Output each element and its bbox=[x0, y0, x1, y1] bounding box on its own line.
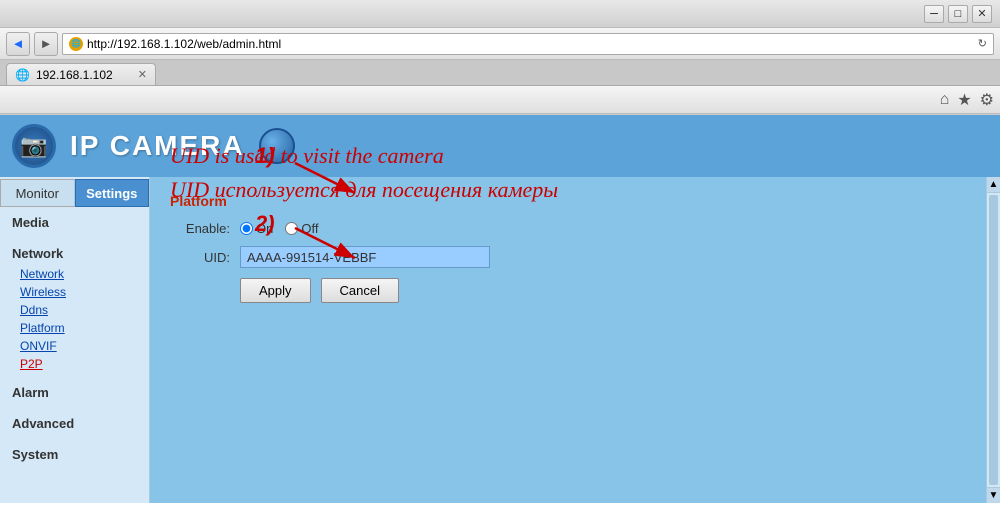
browser-tab[interactable]: 🌐 192.168.1.102 ✕ bbox=[6, 63, 156, 85]
uid-input[interactable] bbox=[240, 246, 490, 268]
close-button[interactable]: ✕ bbox=[972, 5, 992, 23]
navigation-bar: ◄ ► 🌐 ↻ bbox=[0, 28, 1000, 60]
sidebar-item-network[interactable]: Network bbox=[0, 265, 149, 283]
home-icon[interactable]: ⌂ bbox=[940, 91, 950, 109]
window-controls[interactable]: ─ □ ✕ bbox=[924, 5, 992, 23]
radio-off-text: Off bbox=[301, 221, 318, 236]
minimize-button[interactable]: ─ bbox=[924, 5, 944, 23]
radio-on-input[interactable] bbox=[240, 222, 253, 235]
main-content: Platform Enable: On Off UID: bbox=[150, 177, 1000, 503]
scrollbar[interactable]: ▲ ▼ bbox=[986, 177, 1000, 503]
uid-row: UID: bbox=[170, 246, 980, 268]
radio-off-label[interactable]: Off bbox=[285, 221, 318, 236]
tab-bar: 🌐 192.168.1.102 ✕ bbox=[0, 60, 1000, 86]
uid-label: UID: bbox=[170, 250, 230, 265]
info-text-russian: UID используется для посещения камеры bbox=[170, 177, 980, 203]
button-row: Apply Cancel bbox=[240, 278, 980, 303]
radio-off-input[interactable] bbox=[285, 222, 298, 235]
scroll-thumb[interactable] bbox=[989, 195, 998, 485]
radio-on-text: On bbox=[256, 221, 273, 236]
system-section: System bbox=[0, 439, 149, 470]
camera-logo-icon: 📷 bbox=[12, 124, 56, 168]
main-body: Monitor Settings Media Network Network W… bbox=[0, 177, 1000, 503]
alarm-heading[interactable]: Alarm bbox=[0, 381, 149, 404]
platform-section: Platform Enable: On Off UID: bbox=[170, 193, 980, 303]
radio-on-label[interactable]: On bbox=[240, 221, 273, 236]
sidebar-tab-row: Monitor Settings bbox=[0, 179, 149, 207]
address-favicon: 🌐 bbox=[69, 37, 83, 51]
media-section: Media bbox=[0, 207, 149, 238]
alarm-section: Alarm bbox=[0, 377, 149, 408]
advanced-section: Advanced bbox=[0, 408, 149, 439]
tab-label: 192.168.1.102 bbox=[36, 68, 113, 82]
tab-close-button[interactable]: ✕ bbox=[138, 68, 147, 81]
sidebar-item-platform[interactable]: Platform bbox=[0, 319, 149, 337]
sidebar-item-wireless[interactable]: Wireless bbox=[0, 283, 149, 301]
address-bar[interactable]: 🌐 ↻ bbox=[62, 33, 994, 55]
maximize-button[interactable]: □ bbox=[948, 5, 968, 23]
sidebar-item-onvif[interactable]: ONVIF bbox=[0, 337, 149, 355]
advanced-heading[interactable]: Advanced bbox=[0, 412, 149, 435]
enable-radio-group: On Off bbox=[240, 221, 318, 236]
network-heading: Network bbox=[0, 242, 149, 265]
tab-favicon: 🌐 bbox=[15, 68, 30, 82]
system-heading[interactable]: System bbox=[0, 443, 149, 466]
settings-tab[interactable]: Settings bbox=[75, 179, 150, 207]
enable-label: Enable: bbox=[170, 221, 230, 236]
info-text-english: UID is used to visit the camera bbox=[170, 143, 980, 169]
gear-icon[interactable]: ⚙ bbox=[980, 90, 994, 110]
monitor-tab[interactable]: Monitor bbox=[0, 179, 75, 207]
apply-button[interactable]: Apply bbox=[240, 278, 311, 303]
scroll-up-button[interactable]: ▲ bbox=[987, 177, 1000, 193]
media-heading[interactable]: Media bbox=[0, 211, 149, 234]
forward-button[interactable]: ► bbox=[34, 32, 58, 56]
back-button[interactable]: ◄ bbox=[6, 32, 30, 56]
sidebar-item-p2p[interactable]: P2P bbox=[0, 355, 149, 373]
enable-row: Enable: On Off bbox=[170, 221, 980, 236]
scroll-down-button[interactable]: ▼ bbox=[987, 487, 1000, 503]
refresh-button[interactable]: ↻ bbox=[978, 37, 987, 50]
cancel-button[interactable]: Cancel bbox=[321, 278, 399, 303]
address-input[interactable] bbox=[87, 37, 974, 51]
title-bar: ─ □ ✕ bbox=[0, 0, 1000, 28]
toolbar: ⌂ ★ ⚙ bbox=[0, 86, 1000, 114]
sidebar: Monitor Settings Media Network Network W… bbox=[0, 177, 150, 503]
sidebar-item-ddns[interactable]: Ddns bbox=[0, 301, 149, 319]
star-icon[interactable]: ★ bbox=[957, 90, 971, 110]
network-section: Network Network Wireless Ddns Platform O… bbox=[0, 238, 149, 377]
